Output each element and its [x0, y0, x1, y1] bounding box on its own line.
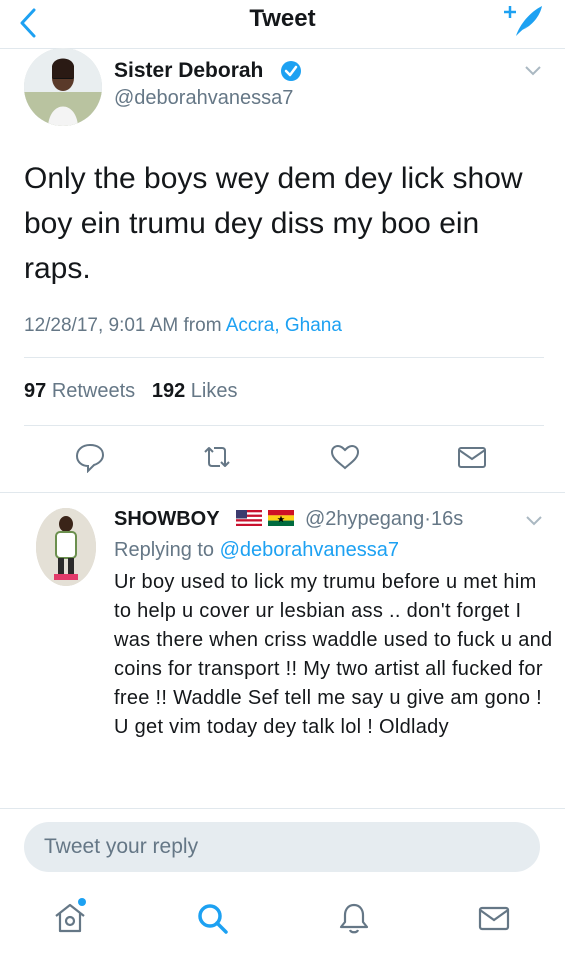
reply-author-avatar[interactable] — [36, 508, 96, 586]
divider — [0, 492, 565, 493]
direct-message-button[interactable] — [456, 441, 488, 473]
us-flag-icon — [236, 510, 262, 526]
ghana-flag-icon — [268, 510, 294, 526]
like-button[interactable] — [329, 441, 361, 473]
replying-to-handle-link[interactable]: @deborahvanessa7 — [220, 539, 399, 561]
tab-messages[interactable] — [476, 900, 512, 936]
retweets-count: 97 — [24, 380, 47, 402]
envelope-icon — [478, 906, 510, 931]
new-content-dot — [78, 898, 86, 906]
tab-notifications[interactable] — [336, 900, 372, 936]
author-avatar[interactable] — [24, 48, 102, 126]
separator-dot: · — [424, 508, 431, 530]
heart-icon — [330, 444, 360, 470]
reply-author-name[interactable]: SHOWBOY — [114, 506, 220, 532]
from-label: from — [183, 315, 222, 336]
reply-button[interactable] — [74, 441, 106, 474]
verified-badge-icon — [280, 60, 302, 82]
author-name[interactable]: Sister Deborah — [114, 58, 263, 84]
chevron-down-icon — [525, 66, 541, 76]
retweets-stat[interactable]: 97 Retweets — [24, 380, 135, 402]
reply-handle-time: @2hypegang·16s — [305, 506, 463, 532]
likes-label: Likes — [190, 380, 238, 402]
divider — [24, 357, 544, 358]
likes-count: 192 — [151, 380, 186, 402]
search-icon — [198, 904, 228, 934]
retweet-button[interactable] — [201, 441, 233, 473]
reply-time: 16s — [430, 508, 464, 530]
author-handle[interactable]: @deborahvanessa7 — [114, 86, 293, 110]
chevron-down-icon — [526, 516, 542, 526]
avatar-photo — [36, 508, 96, 586]
tab-search[interactable] — [194, 900, 230, 936]
bell-icon — [339, 903, 369, 934]
replying-to-label: Replying to — [114, 539, 215, 561]
divider — [0, 808, 565, 809]
avatar-photo — [24, 48, 102, 126]
tweet-menu-button[interactable] — [523, 62, 543, 78]
reply-text: Ur boy used to lick my trumu before u me… — [114, 571, 553, 738]
compose-quill-icon — [504, 6, 542, 36]
reply-author-handle[interactable]: @2hypegang — [305, 508, 424, 530]
retweet-icon — [204, 447, 230, 467]
tweet-meta: 12/28/17, 9:01 AM from Accra, Ghana — [24, 313, 342, 339]
tweet-stats: 97 Retweets 192 Likes — [24, 377, 238, 405]
compose-button[interactable] — [502, 2, 546, 42]
retweets-label: Retweets — [51, 380, 136, 402]
page-title: Tweet — [249, 5, 316, 32]
reply-compose-placeholder: Tweet your reply — [44, 835, 199, 858]
likes-stat[interactable]: 192 Likes — [152, 380, 238, 402]
reply-menu-button[interactable] — [524, 512, 544, 528]
replying-to: Replying to @deborahvanessa7 — [114, 537, 399, 563]
tweet-text: Only the boys wey dem dey lick show boy … — [24, 162, 523, 285]
envelope-icon — [458, 447, 486, 468]
tweet-location-link[interactable]: Accra, Ghana — [226, 315, 342, 336]
reply-bubble-icon — [75, 443, 105, 474]
tweet-timestamp: 12/28/17, 9:01 AM — [24, 315, 179, 336]
divider — [24, 425, 544, 426]
